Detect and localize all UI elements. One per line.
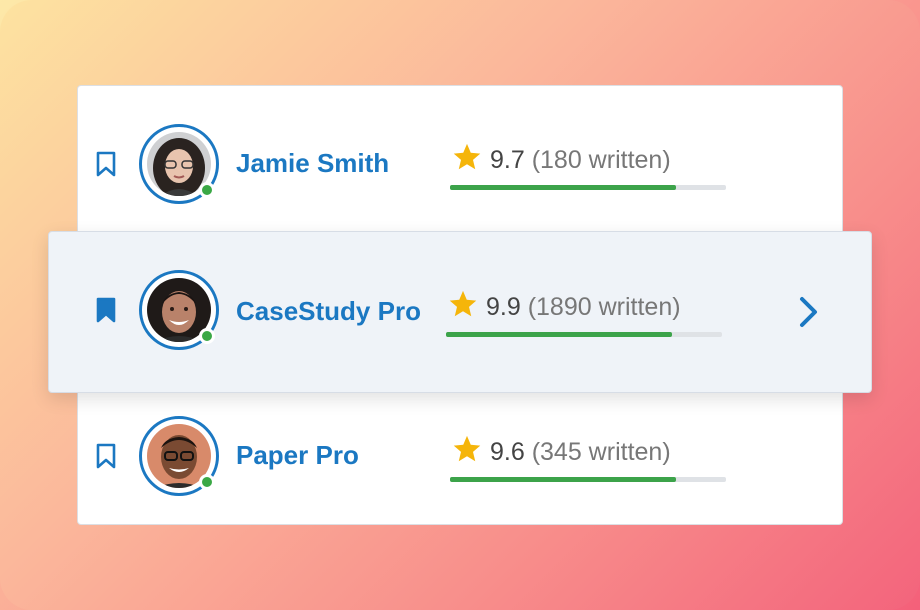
writer-name[interactable]: CaseStudy Pro bbox=[236, 296, 421, 327]
rating: 9.6 (345 written) bbox=[452, 434, 671, 467]
avatar[interactable] bbox=[139, 270, 219, 350]
rating-progress-fill bbox=[450, 185, 677, 190]
background-frame: Jamie Smith 9.7 (180 written) CaseStudy … bbox=[0, 0, 920, 610]
bookmark-filled-icon[interactable] bbox=[96, 297, 116, 323]
writer-name[interactable]: Paper Pro bbox=[236, 440, 359, 471]
rating-progress-bar bbox=[450, 477, 726, 482]
rating-progress-bar bbox=[450, 185, 726, 190]
rating-score: 9.9 bbox=[486, 293, 528, 321]
rating-score: 9.6 bbox=[490, 438, 532, 466]
rating: 9.7 (180 written) bbox=[452, 142, 671, 175]
writer-row-jamie-smith[interactable]: Jamie Smith 9.7 (180 written) bbox=[77, 86, 843, 232]
avatar[interactable] bbox=[139, 416, 219, 496]
chevron-right-icon[interactable] bbox=[798, 295, 820, 329]
star-icon bbox=[449, 290, 477, 317]
bookmark-icon[interactable] bbox=[96, 443, 116, 469]
online-status-dot bbox=[199, 182, 215, 198]
rating-score: 9.7 bbox=[490, 146, 532, 174]
rating-progress-fill bbox=[446, 332, 673, 337]
star-icon bbox=[453, 435, 481, 462]
bookmark-icon[interactable] bbox=[96, 151, 116, 177]
written-count: (345 written) bbox=[531, 438, 671, 466]
rating-progress-bar bbox=[446, 332, 722, 337]
online-status-dot bbox=[199, 328, 215, 344]
writer-name[interactable]: Jamie Smith bbox=[236, 148, 389, 179]
rating-progress-fill bbox=[450, 477, 677, 482]
writer-row-casestudy-pro[interactable]: CaseStudy Pro 9.9 (1890 written) bbox=[48, 231, 872, 393]
writer-row-paper-pro[interactable]: Paper Pro 9.6 (345 written) bbox=[77, 378, 843, 524]
rating: 9.9 (1890 written) bbox=[448, 289, 681, 322]
star-icon bbox=[453, 143, 481, 170]
online-status-dot bbox=[199, 474, 215, 490]
written-count: (180 written) bbox=[531, 146, 671, 174]
written-count: (1890 written) bbox=[527, 293, 681, 321]
avatar[interactable] bbox=[139, 124, 219, 204]
